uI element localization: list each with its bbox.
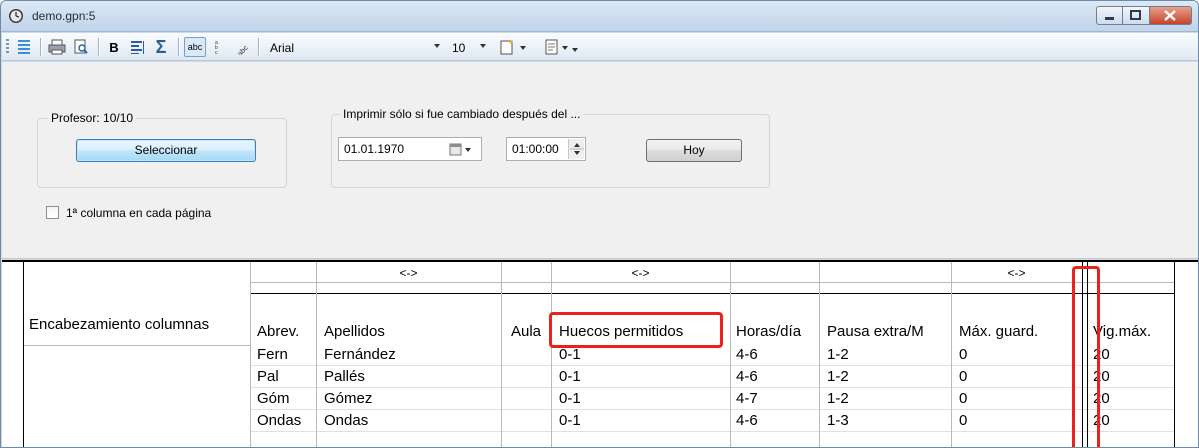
text-horizontal-button[interactable]: abc — [184, 37, 206, 57]
font-name-select[interactable]: Arial — [264, 37, 444, 58]
table-cell: Góm — [257, 390, 290, 407]
toolbar: B Σ abc abc abc Arial 10 — [2, 33, 1198, 61]
printer-icon — [48, 39, 66, 55]
teacher-group-label: Profesor: 10/10 — [48, 111, 137, 125]
window-controls — [1096, 6, 1192, 25]
sum-button[interactable]: Σ — [150, 37, 172, 57]
time-field[interactable]: 01:00:00 — [506, 137, 586, 161]
text-vertical-button[interactable]: abc — [208, 37, 228, 57]
document-icon — [545, 39, 578, 55]
table-cell: Fern — [257, 346, 288, 363]
first-column-checkbox[interactable] — [46, 206, 59, 219]
app-clock-icon — [9, 9, 23, 23]
swap-column-marker[interactable]: <-> — [316, 266, 501, 280]
font-size-value: 10 — [452, 41, 466, 55]
huecos-highlight-box — [549, 312, 723, 348]
chevron-down-icon — [434, 44, 440, 48]
column-header[interactable]: Vig.máx. — [1093, 323, 1151, 340]
row-header-label: Encabezamiento columnas — [29, 316, 210, 333]
print-preview-button[interactable] — [70, 37, 92, 57]
column-divider-highlight-box — [1072, 266, 1100, 447]
table-cell: 1-3 — [827, 412, 849, 429]
table-cell: 0-1 — [559, 390, 581, 407]
print-button[interactable] — [46, 37, 68, 57]
table-cell: Gómez — [324, 390, 373, 407]
today-button[interactable]: Hoy — [646, 139, 742, 162]
column-header[interactable]: Aula — [511, 323, 541, 340]
minimize-button[interactable] — [1096, 6, 1123, 25]
column-header[interactable]: Pausa extra/M — [827, 323, 924, 340]
table-cell: Pallés — [324, 368, 365, 385]
preview-icon — [74, 39, 88, 54]
minimize-icon — [1105, 17, 1114, 20]
swap-column-marker[interactable]: <-> — [951, 266, 1082, 280]
maximize-button[interactable] — [1123, 6, 1150, 25]
align-icon — [131, 41, 144, 54]
new-page-icon — [500, 40, 526, 55]
close-icon — [1164, 10, 1176, 21]
first-column-checkbox-label: 1ª columna en cada página — [66, 206, 212, 220]
diagonal-text-icon: abc — [237, 44, 249, 55]
print-settings-panel: Profesor: 10/10 Seleccionar Imprimir sól… — [2, 62, 1198, 259]
app-window: demo.gpn:5 B Σ abc a b c abc Arial 10 Pr… — [0, 0, 1199, 448]
new-page-dropdown-button[interactable] — [496, 37, 532, 57]
list-icon — [18, 40, 30, 54]
text-diagonal-button[interactable]: abc — [230, 37, 252, 57]
vertical-text-icon: abc — [215, 40, 218, 55]
table-cell: Fernández — [324, 346, 396, 363]
swap-column-marker[interactable]: <-> — [551, 266, 730, 280]
calendar-dropdown-icon[interactable] — [449, 143, 475, 156]
changed-after-group: Imprimir sólo si fue cambiado después de… — [331, 107, 770, 188]
table-cell: 4-7 — [736, 390, 758, 407]
changed-after-label: Imprimir sólo si fue cambiado después de… — [340, 107, 584, 121]
table-cell: Ondas — [257, 412, 302, 429]
table-cell: 4-6 — [736, 368, 758, 385]
table-cell: Pal — [257, 368, 279, 385]
column-layout-grid: <-> <-> <-> Encabezamiento columnas Abre… — [2, 260, 1198, 447]
date-value: 01.01.1970 — [344, 142, 405, 156]
svg-text:abc: abc — [237, 44, 249, 55]
date-picker[interactable]: 01.01.1970 — [338, 137, 482, 161]
table-cell: 0 — [959, 346, 968, 363]
maximize-icon — [1130, 10, 1141, 20]
title-bar[interactable]: demo.gpn:5 — [1, 1, 1198, 32]
bold-button[interactable]: B — [104, 37, 124, 57]
column-header[interactable]: Abrev. — [257, 323, 299, 340]
table-cell: 0 — [959, 412, 968, 429]
font-name-value: Arial — [270, 41, 295, 55]
table-cell: 1-2 — [827, 346, 849, 363]
table-cell: 1-2 — [827, 390, 849, 407]
teacher-group: Profesor: 10/10 Seleccionar — [37, 111, 287, 188]
window-title: demo.gpn:5 — [32, 9, 96, 23]
table-cell: 0-1 — [559, 368, 581, 385]
chevron-down-icon — [480, 44, 486, 48]
document-options-button[interactable] — [542, 37, 582, 57]
table-cell: Ondas — [324, 412, 369, 429]
font-size-select[interactable]: 10 — [446, 37, 490, 58]
time-spinner[interactable] — [568, 139, 584, 159]
column-header[interactable]: Horas/día — [736, 323, 801, 340]
table-cell: 0-1 — [559, 412, 581, 429]
align-button[interactable] — [126, 37, 148, 57]
table-cell: 1-2 — [827, 368, 849, 385]
list-view-button[interactable] — [14, 37, 34, 57]
table-cell: 4-6 — [736, 346, 758, 363]
time-value: 01:00:00 — [512, 142, 559, 156]
table-cell: 0 — [959, 368, 968, 385]
table-cell: 4-6 — [736, 412, 758, 429]
spinner-arrows-icon — [570, 143, 584, 155]
close-button[interactable] — [1150, 6, 1192, 25]
table-cell: 0-1 — [559, 346, 581, 363]
toolbar-grip[interactable] — [6, 39, 9, 55]
column-header[interactable]: Apellidos — [324, 323, 385, 340]
select-button[interactable]: Seleccionar — [76, 139, 256, 162]
column-header[interactable]: Máx. guard. — [959, 323, 1038, 340]
table-cell: 0 — [959, 390, 968, 407]
